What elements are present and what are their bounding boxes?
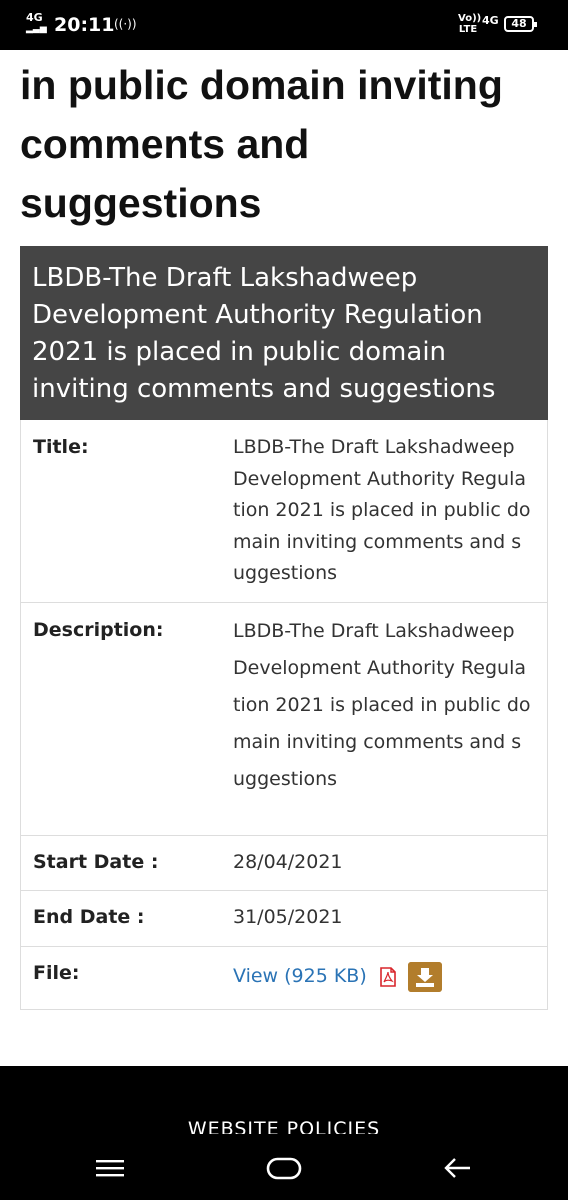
file-value: View (925 KB) xyxy=(233,962,533,992)
title-label: Title: xyxy=(33,436,89,458)
title-row: Title: LBDB-The Draft Lakshadweep Develo… xyxy=(21,420,547,603)
battery-icon: 48 xyxy=(504,16,537,32)
back-icon[interactable] xyxy=(438,1150,478,1186)
start-date-value: 28/04/2021 xyxy=(233,851,343,873)
volte-indicator: Vo)) LTE xyxy=(458,13,482,35)
notice-detail-box: LBDB-The Draft Lakshadweep Development A… xyxy=(20,246,548,1010)
clock: 20:11 xyxy=(54,14,115,36)
menu-icon[interactable] xyxy=(90,1150,130,1186)
data-type-indicator: 4G xyxy=(482,14,499,27)
file-row: File: View (925 KB) xyxy=(21,947,547,1009)
page-title: in public domain inviting comments and s… xyxy=(20,62,503,226)
signal-icon: ▂▃▅ xyxy=(26,24,47,34)
download-icon[interactable] xyxy=(408,962,442,992)
signal-indicator: 4G ▂▃▅ xyxy=(26,11,47,34)
description-value: LBDB-The Draft Lakshadweep Development A… xyxy=(233,620,531,790)
home-icon[interactable] xyxy=(264,1150,304,1186)
pdf-icon[interactable] xyxy=(380,967,396,987)
start-date-row: Start Date : 28/04/2021 xyxy=(21,836,547,891)
description-row: Description: LBDB-The Draft Lakshadweep … xyxy=(21,603,547,836)
view-file-link[interactable]: View (925 KB) xyxy=(233,965,367,987)
end-date-value: 31/05/2021 xyxy=(233,906,343,928)
battery-level: 48 xyxy=(511,17,527,30)
file-label: File: xyxy=(33,962,80,984)
hotspot-icon: ((·)) xyxy=(114,17,137,31)
description-label: Description: xyxy=(33,619,164,641)
network-type: 4G xyxy=(26,11,43,24)
end-date-row: End Date : 31/05/2021 xyxy=(21,891,547,947)
website-policies-link[interactable]: WEBSITE POLICIES xyxy=(0,1116,568,1134)
notice-header: LBDB-The Draft Lakshadweep Development A… xyxy=(20,246,548,420)
title-value: LBDB-The Draft Lakshadweep Development A… xyxy=(233,436,531,584)
status-bar: 4G ▂▃▅ 20:11 ((·)) Vo)) LTE 4G 48 xyxy=(0,0,568,50)
end-date-label: End Date : xyxy=(33,906,145,928)
start-date-label: Start Date : xyxy=(33,851,159,873)
